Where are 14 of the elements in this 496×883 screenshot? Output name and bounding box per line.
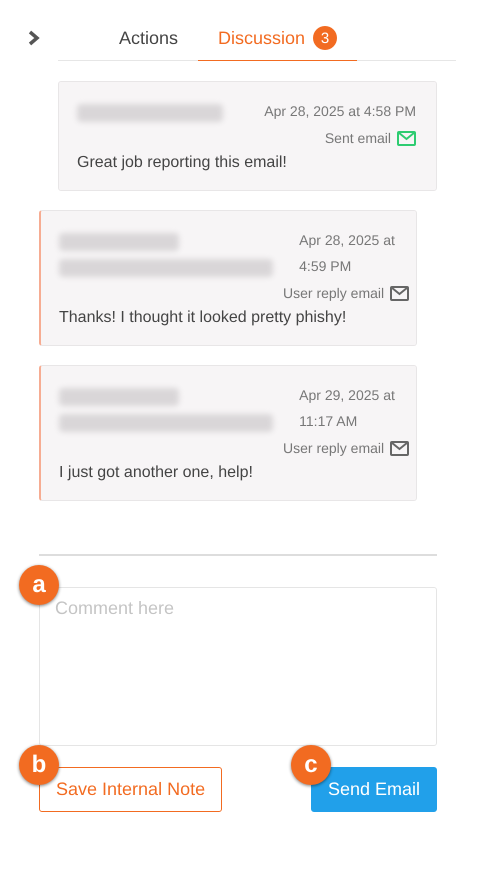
tab[interactable]: Actions [99, 24, 198, 61]
message-text: Thanks! I thought it looked pretty phishy! [59, 309, 348, 327]
timestamp: Apr 28, 2025 at 4:58 PM [264, 102, 416, 121]
message-text: I just got another one, help! [59, 464, 254, 482]
message-type-label: Sent email [324, 130, 391, 146]
message-text: Great job reporting this email! [77, 154, 288, 172]
timestamp: Apr 28, 2025 at 4:59 PM [299, 231, 396, 276]
callout-marker: c [290, 745, 331, 785]
tab[interactable]: Discussion 3 [198, 24, 358, 61]
message-type-label: User reply email [283, 440, 384, 456]
count-badge: 3 [313, 26, 338, 50]
message-type-label: User reply email [283, 285, 384, 301]
callout-marker: b [19, 745, 59, 785]
timestamp: Apr 29, 2025 at 11:17 AM [299, 386, 396, 431]
